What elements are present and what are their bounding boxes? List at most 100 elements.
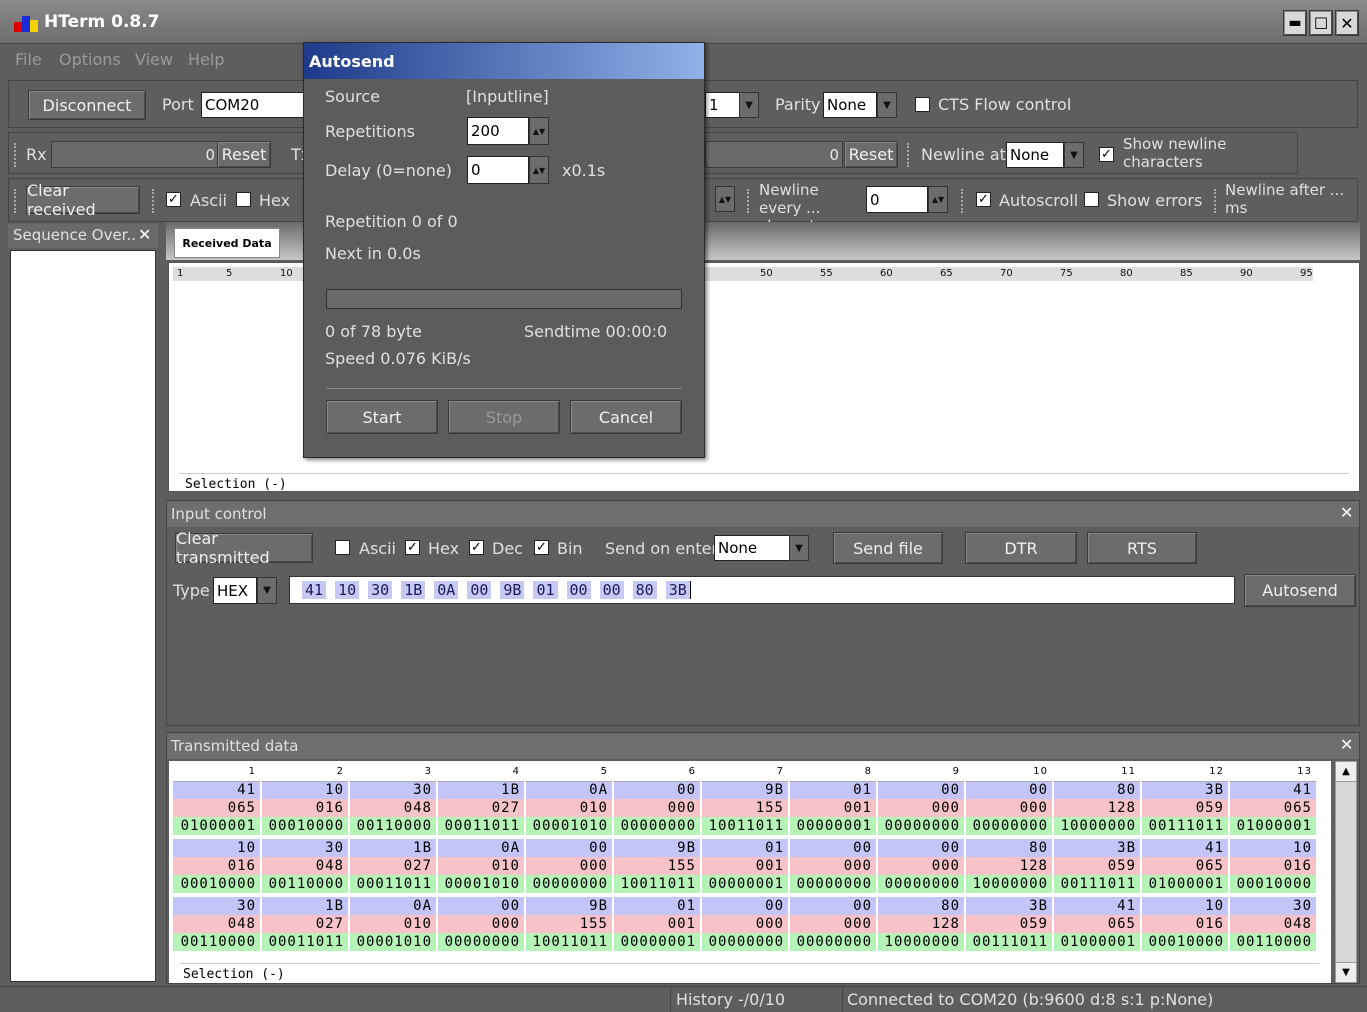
- byte-cell-bin[interactable]: 00000000: [789, 933, 878, 951]
- byte-cell-dec[interactable]: 000: [789, 915, 878, 933]
- byte-cell-bin[interactable]: 00110000: [349, 817, 438, 835]
- byte-cell-bin[interactable]: 00111011: [965, 933, 1054, 951]
- repetitions-stepper[interactable]: ▲▼: [529, 117, 549, 145]
- byte-cell-dec[interactable]: 027: [437, 799, 526, 817]
- chevron-down-icon[interactable]: ▼: [1064, 142, 1084, 168]
- byte-cell-hex[interactable]: 10: [1141, 897, 1230, 915]
- chevron-down-icon[interactable]: ▼: [789, 535, 809, 561]
- byte-cell-bin[interactable]: 01000001: [1141, 875, 1230, 893]
- newline-at-select[interactable]: None: [1006, 142, 1064, 168]
- grip-icon[interactable]: [14, 143, 18, 167]
- show-newline-checkbox[interactable]: ✓: [1099, 147, 1114, 162]
- byte-cell-hex[interactable]: 00: [437, 897, 526, 915]
- byte-cell-bin[interactable]: 10011011: [525, 933, 614, 951]
- byte-cell-bin[interactable]: 00110000: [261, 875, 350, 893]
- byte-cell-hex[interactable]: 00: [965, 781, 1054, 799]
- grip-icon[interactable]: [14, 189, 18, 213]
- byte-cell-hex[interactable]: 9B: [701, 781, 790, 799]
- byte-cell-bin[interactable]: 00000001: [701, 875, 790, 893]
- byte-cell-hex[interactable]: 3B: [1053, 839, 1142, 857]
- byte-cell-hex[interactable]: 0A: [525, 781, 614, 799]
- menu-help[interactable]: Help: [188, 50, 224, 69]
- byte-cell-hex[interactable]: 01: [701, 839, 790, 857]
- transmitted-data-area[interactable]: 1 2 3 4 5 6 7 8 9 10 11 12 13 41 10 30 1B 0A 00 9B 01 00 00 80 3…: [169, 761, 1331, 983]
- byte-cell-dec[interactable]: 128: [1053, 799, 1142, 817]
- byte-cell-hex[interactable]: 41: [1141, 839, 1230, 857]
- byte-cell-bin[interactable]: 00011011: [261, 933, 350, 951]
- delay-input[interactable]: 0: [467, 156, 529, 184]
- sequence-list[interactable]: [10, 250, 156, 982]
- rts-button[interactable]: RTS: [1087, 532, 1197, 564]
- byte-cell-hex[interactable]: 30: [1229, 897, 1318, 915]
- byte-cell-dec[interactable]: 000: [525, 857, 614, 875]
- byte-cell-hex[interactable]: 1B: [261, 897, 350, 915]
- byte-cell-bin[interactable]: 00000000: [613, 817, 702, 835]
- byte-cell-hex[interactable]: 9B: [525, 897, 614, 915]
- newline-every-input[interactable]: 0: [866, 186, 928, 213]
- tab-received-data[interactable]: Received Data: [174, 228, 280, 258]
- hex-checkbox[interactable]: [236, 192, 251, 207]
- tx-reset-button[interactable]: Reset: [844, 141, 898, 168]
- byte-cell-dec[interactable]: 155: [613, 857, 702, 875]
- byte-cell-hex[interactable]: 30: [261, 839, 350, 857]
- byte-cell-dec[interactable]: 065: [1229, 799, 1318, 817]
- byte-cell-hex[interactable]: 01: [613, 897, 702, 915]
- byte-cell-dec[interactable]: 010: [349, 915, 438, 933]
- byte-cell-dec[interactable]: 059: [1141, 799, 1230, 817]
- grip-icon[interactable]: [747, 189, 751, 213]
- type-select[interactable]: HEX: [213, 577, 257, 604]
- show-errors-checkbox[interactable]: [1084, 192, 1099, 207]
- byte-cell-dec[interactable]: 001: [789, 799, 878, 817]
- repetitions-input[interactable]: 200: [467, 117, 529, 145]
- autoscroll-checkbox[interactable]: ✓: [976, 192, 991, 207]
- menu-options[interactable]: Options: [59, 50, 121, 69]
- byte-cell-bin[interactable]: 01000001: [173, 817, 262, 835]
- byte-cell-hex[interactable]: 00: [877, 839, 966, 857]
- byte-cell-bin[interactable]: 00011011: [349, 875, 438, 893]
- byte-cell-dec[interactable]: 048: [1229, 915, 1318, 933]
- byte-cell-dec[interactable]: 010: [437, 857, 526, 875]
- byte-cell-dec[interactable]: 000: [613, 799, 702, 817]
- byte-cell-bin[interactable]: 00000000: [877, 817, 966, 835]
- byte-cell-bin[interactable]: 10011011: [613, 875, 702, 893]
- close-button[interactable]: ✕: [1335, 10, 1359, 36]
- byte-cell-bin[interactable]: 00000001: [789, 817, 878, 835]
- hex-input-line[interactable]: 41 10 30 1B 0A 00 9B 01 00 00 80 3B: [289, 576, 1235, 604]
- byte-cell-hex[interactable]: 1B: [349, 839, 438, 857]
- input-bin-checkbox[interactable]: ✓: [534, 540, 549, 555]
- dtr-button[interactable]: DTR: [965, 532, 1077, 564]
- send-on-enter-select[interactable]: None: [714, 535, 790, 561]
- disconnect-button[interactable]: Disconnect: [28, 90, 146, 120]
- rx-reset-button[interactable]: Reset: [217, 141, 271, 168]
- byte-cell-hex[interactable]: 00: [877, 781, 966, 799]
- scroll-down-icon[interactable]: ▼: [1336, 962, 1356, 982]
- byte-cell-hex[interactable]: 80: [1053, 781, 1142, 799]
- byte-cell-hex[interactable]: 80: [965, 839, 1054, 857]
- byte-cell-bin[interactable]: 00111011: [1141, 817, 1230, 835]
- byte-cell-dec[interactable]: 000: [877, 857, 966, 875]
- grip-icon[interactable]: [152, 189, 156, 213]
- scroll-up-icon[interactable]: ▲: [1336, 762, 1356, 782]
- byte-cell-dec[interactable]: 000: [789, 857, 878, 875]
- stop-button[interactable]: Stop: [448, 400, 560, 434]
- byte-cell-bin[interactable]: 00000000: [437, 933, 526, 951]
- byte-cell-hex[interactable]: 01: [789, 781, 878, 799]
- minimize-button[interactable]: ▬: [1283, 10, 1307, 36]
- byte-cell-bin[interactable]: 00000000: [965, 817, 1054, 835]
- byte-cell-dec[interactable]: 065: [173, 799, 262, 817]
- byte-cell-hex[interactable]: 9B: [613, 839, 702, 857]
- grip-icon[interactable]: [1214, 189, 1218, 213]
- menu-view[interactable]: View: [135, 50, 173, 69]
- byte-cell-dec[interactable]: 059: [1053, 857, 1142, 875]
- byte-cell-dec[interactable]: 016: [261, 799, 350, 817]
- byte-cell-bin[interactable]: 00110000: [1229, 933, 1318, 951]
- byte-cell-dec[interactable]: 027: [349, 857, 438, 875]
- byte-cell-hex[interactable]: 30: [173, 897, 262, 915]
- byte-cell-dec[interactable]: 065: [1141, 857, 1230, 875]
- byte-cell-bin[interactable]: 00110000: [173, 933, 262, 951]
- byte-cell-hex[interactable]: 00: [789, 839, 878, 857]
- byte-cell-hex[interactable]: 0A: [349, 897, 438, 915]
- cancel-button[interactable]: Cancel: [570, 400, 682, 434]
- byte-cell-dec[interactable]: 000: [965, 799, 1054, 817]
- byte-cell-hex[interactable]: 00: [789, 897, 878, 915]
